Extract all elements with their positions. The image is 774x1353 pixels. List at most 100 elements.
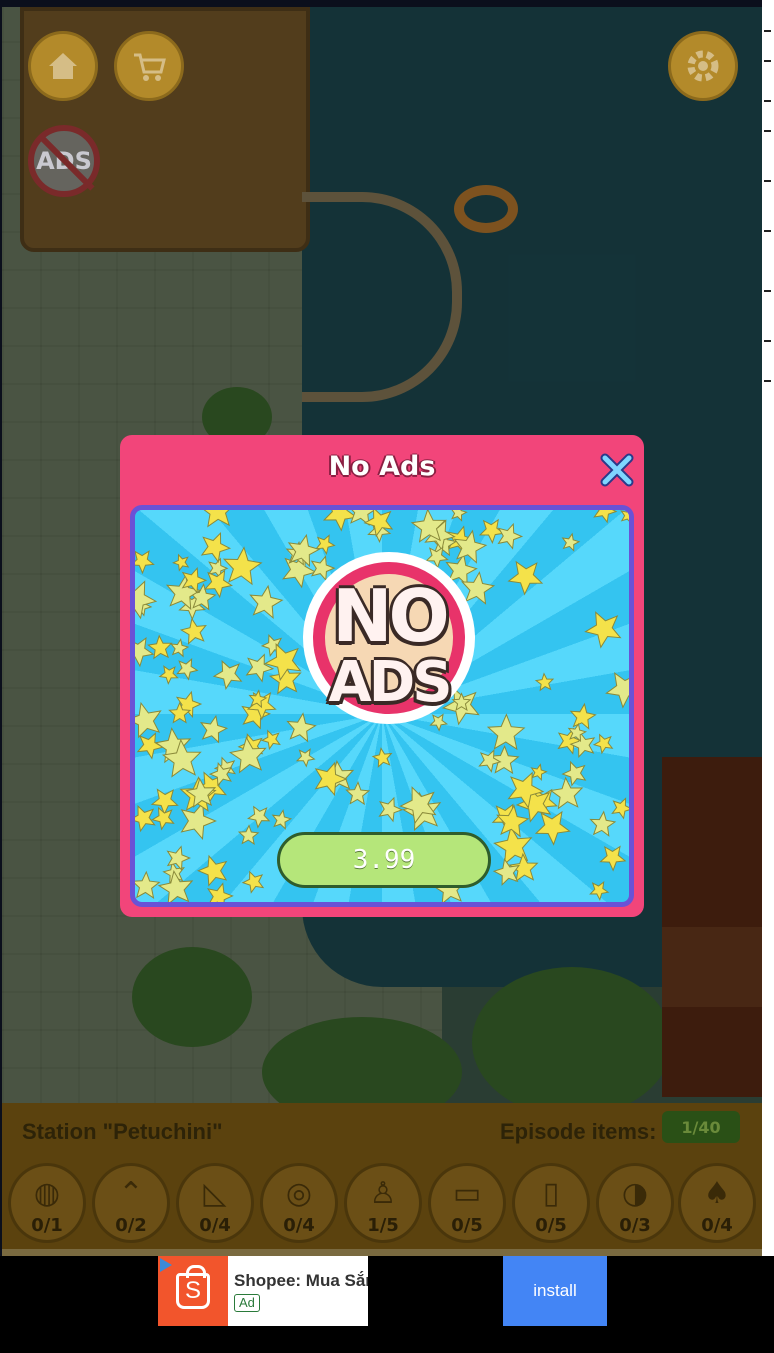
star-icon: [492, 858, 521, 886]
donut-icon: ◎: [285, 1176, 313, 1211]
star-icon: [136, 732, 164, 760]
star-icon: [271, 809, 293, 830]
star-icon: [584, 611, 622, 649]
ad-card[interactable]: S Shopee: Mua Sắm Ad: [158, 1256, 368, 1326]
star-icon: [534, 672, 555, 692]
star-icon: [534, 810, 571, 846]
star-icon: [135, 636, 155, 668]
star-icon: [493, 825, 533, 866]
star-icon: [371, 747, 393, 768]
toilet-paper-icon: ▯: [542, 1176, 560, 1211]
star-icon: [286, 712, 317, 743]
close-icon: [600, 453, 634, 487]
star-icon: [260, 729, 281, 751]
star-icon: [166, 845, 191, 871]
item-slot-pizza[interactable]: ◺ 0/4: [176, 1163, 254, 1243]
star-icon: [171, 553, 190, 572]
star-icon: [589, 810, 617, 837]
install-button[interactable]: install: [503, 1256, 607, 1326]
star-icon: [179, 617, 207, 645]
star-icon: [611, 797, 629, 820]
no-ads-modal: No Ads NO ADS 3.99: [120, 435, 644, 917]
home-icon: [49, 53, 77, 79]
star-icon: [530, 763, 548, 782]
no-ads-panel: NO ADS 3.99: [130, 505, 634, 907]
gear-icon: [687, 50, 719, 82]
star-icon: [592, 733, 614, 755]
item-slot-shorts[interactable]: ▭ 0/5: [428, 1163, 506, 1243]
star-icon: [135, 870, 161, 899]
item-count: 0/4: [283, 1215, 315, 1236]
item-slot-mushroom[interactable]: ♠ 0/4: [678, 1163, 756, 1243]
home-button[interactable]: [28, 31, 98, 101]
star-icon: [197, 854, 228, 887]
ad-choices-icon[interactable]: [160, 1258, 172, 1272]
emblem-ads-text: ADS: [328, 650, 452, 715]
mushroom-icon: ♠: [703, 1176, 731, 1211]
star-icon: [507, 560, 544, 596]
star-icon: [207, 882, 234, 902]
modal-title: No Ads: [328, 451, 436, 482]
shorts-icon: ▭: [452, 1176, 482, 1211]
flip-flop-icon: ◑: [621, 1176, 649, 1211]
star-icon: [237, 824, 260, 845]
no-ads-badge-button[interactable]: ADS: [28, 125, 100, 197]
basketball-icon: ◍: [33, 1176, 61, 1211]
item-slot-toilet-paper[interactable]: ▯ 0/5: [512, 1163, 590, 1243]
ad-label: Ad: [234, 1294, 260, 1312]
star-icon: [561, 532, 581, 552]
no-ads-emblem: NO ADS: [303, 552, 475, 724]
star-icon: [378, 796, 404, 823]
star-icon: [151, 806, 175, 831]
star-icon: [203, 510, 230, 528]
star-icon: [135, 701, 162, 739]
item-slot-boomerang[interactable]: ⌃ 0/2: [92, 1163, 170, 1243]
side-strip: [762, 0, 774, 1353]
star-icon: [249, 584, 284, 620]
item-count: 0/1: [31, 1215, 63, 1236]
star-icon: [247, 805, 271, 829]
shopping-cart-icon: [134, 53, 166, 81]
item-count: 0/4: [701, 1215, 733, 1236]
star-icon: [451, 510, 468, 522]
pizza-slice-icon: ◺: [203, 1176, 227, 1211]
app-screen: ADS Station "Petuchini" Episode items: 1…: [0, 0, 774, 1353]
item-count: 0/3: [619, 1215, 651, 1236]
star-icon: [241, 870, 265, 894]
star-icon: [199, 714, 229, 744]
ad-banner: S Shopee: Mua Sắm Ad install: [0, 1256, 774, 1353]
star-icon: [229, 736, 267, 774]
close-button[interactable]: [596, 449, 638, 491]
no-ads-badge-label: ADS: [36, 147, 92, 175]
item-slot-basketball[interactable]: ◍ 0/1: [8, 1163, 86, 1243]
star-icon: [212, 660, 243, 690]
star-icon: [176, 658, 199, 681]
star-icon: [150, 788, 179, 816]
star-icon: [158, 665, 179, 685]
star-icon: [569, 702, 597, 730]
price-label: 3.99: [352, 845, 416, 875]
item-slot-donut[interactable]: ◎ 0/4: [260, 1163, 338, 1243]
emblem-no-text: NO: [332, 574, 449, 658]
star-icon: [222, 546, 263, 586]
buy-button[interactable]: 3.99: [277, 832, 491, 888]
ad-app-name: Shopee: Mua Sắm: [234, 1271, 368, 1290]
star-icon: [135, 805, 156, 833]
item-slot-flip-flop[interactable]: ◑ 0/3: [596, 1163, 674, 1243]
star-icon: [135, 580, 158, 620]
star-icon: [497, 522, 524, 550]
star-icon: [599, 845, 627, 872]
episode-items-label: Episode items:: [500, 1119, 657, 1144]
star-icon: [486, 713, 526, 751]
star-icon: [135, 550, 155, 575]
star-icon: [593, 510, 618, 524]
star-icon: [345, 780, 371, 806]
star-icon: [245, 653, 275, 683]
boomerang-icon: ⌃: [118, 1176, 144, 1211]
settings-button[interactable]: [668, 31, 738, 101]
star-icon: [314, 761, 348, 797]
shop-button[interactable]: [114, 31, 184, 101]
item-count: 0/4: [199, 1215, 231, 1236]
star-icon: [315, 534, 336, 555]
item-slot-kettlebell[interactable]: ♙ 1/5: [344, 1163, 422, 1243]
